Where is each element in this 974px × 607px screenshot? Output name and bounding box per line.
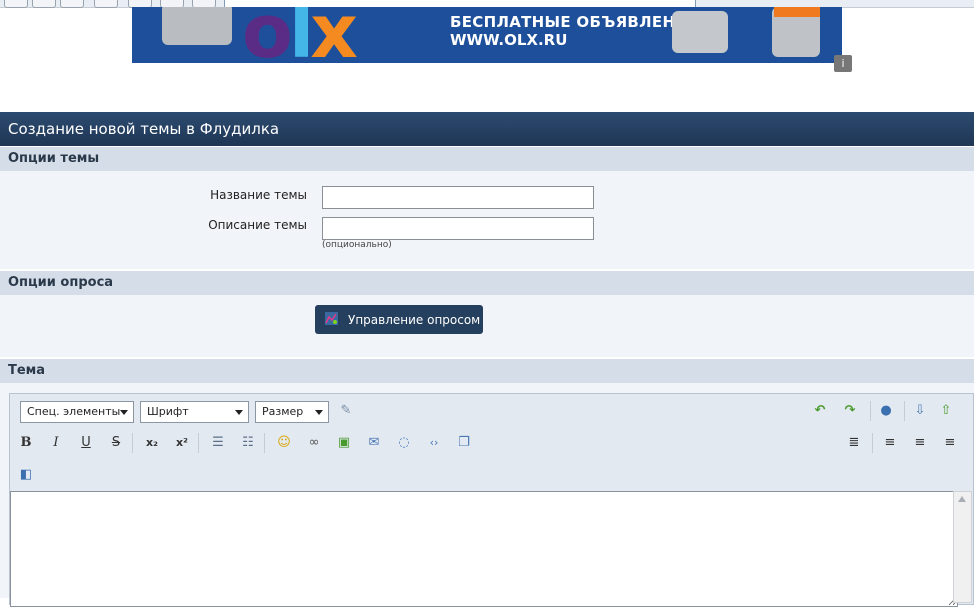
help-icon[interactable]: ●	[876, 401, 896, 421]
house-roof-icon	[774, 7, 820, 17]
ad-info-icon[interactable]: i	[834, 55, 852, 72]
olx-ad-banner[interactable]: olx БЕСПЛАТНЫЕ ОБЪЯВЛЕНИЯ WWW.OLX.RU	[132, 7, 842, 63]
banner-text-line1: БЕСПЛАТНЫЕ ОБЪЯВЛЕНИЯ	[450, 13, 701, 31]
align-center-icon[interactable]: ≡	[910, 433, 930, 453]
spoiler-icon[interactable]: ❐	[454, 433, 474, 453]
underline-button[interactable]: U	[76, 433, 96, 453]
poll-options-header: Опции опроса	[0, 271, 974, 295]
superscript-button[interactable]: x²	[172, 433, 192, 453]
manage-poll-button[interactable]: Управление опросом	[315, 305, 483, 334]
image-icon[interactable]: ▣	[334, 433, 354, 453]
textarea-scrollbar[interactable]	[953, 491, 972, 603]
align-right-icon[interactable]: ≡	[940, 433, 960, 453]
numbered-list-icon[interactable]: ☷	[238, 433, 258, 453]
page-title: Создание новой темы в Флудилка	[8, 120, 280, 138]
robot-car-icon	[672, 11, 728, 53]
chevron-down-icon	[120, 410, 128, 415]
browser-button[interactable]	[4, 0, 28, 8]
olx-logo: olx	[242, 7, 358, 63]
topic-options-header: Опции темы	[0, 147, 974, 171]
twitter-icon[interactable]: ◧	[16, 465, 36, 485]
strikethrough-button[interactable]: S	[106, 433, 126, 453]
poll-options-body	[0, 295, 974, 357]
chevron-down-icon	[315, 410, 323, 415]
restore-draft-icon[interactable]: ⇧	[936, 401, 956, 421]
page-title-bar: Создание новой темы в Флудилка	[0, 112, 974, 146]
topic-name-label: Название темы	[210, 188, 307, 202]
italic-button[interactable]: I	[46, 433, 66, 453]
align-left-icon[interactable]: ≡	[880, 433, 900, 453]
toolbar-separator	[198, 433, 199, 453]
remove-format-icon[interactable]: ✎	[336, 401, 356, 421]
post-header: Тема	[0, 359, 974, 383]
optional-hint: (опционально)	[322, 240, 392, 250]
toolbar-separator	[904, 401, 905, 421]
robot-laptop-icon	[162, 7, 232, 45]
redo-icon[interactable]: ↷	[840, 401, 860, 421]
post-textarea[interactable]	[10, 491, 958, 607]
topic-description-input[interactable]	[322, 217, 594, 240]
code-icon[interactable]: ‹›	[424, 433, 444, 453]
topic-name-input[interactable]	[322, 186, 594, 209]
banner-text-line2: WWW.OLX.RU	[450, 31, 568, 49]
undo-icon[interactable]: ↶	[810, 401, 830, 421]
toolbar-separator	[264, 433, 265, 453]
manage-poll-label: Управление опросом	[348, 313, 481, 327]
special-elements-select[interactable]: Спец. элементы	[20, 401, 134, 423]
toolbar-separator	[870, 401, 871, 421]
poll-chart-icon	[325, 312, 338, 325]
email-icon[interactable]: ✉	[364, 433, 384, 453]
browser-button[interactable]	[60, 0, 84, 8]
size-select[interactable]: Размер	[255, 401, 329, 423]
bullet-list-icon[interactable]: ☰	[208, 433, 228, 453]
quote-icon[interactable]: ◌	[394, 433, 414, 453]
topic-description-label: Описание темы	[208, 218, 307, 232]
subscript-button[interactable]: x₂	[142, 433, 162, 453]
save-draft-icon[interactable]: ⇩	[910, 401, 930, 421]
browser-button[interactable]	[94, 0, 118, 8]
chevron-down-icon	[235, 410, 243, 415]
font-select[interactable]: Шрифт	[140, 401, 249, 423]
toolbar-separator	[872, 433, 873, 453]
toolbar-separator	[132, 433, 133, 453]
link-icon[interactable]: ∞	[304, 433, 324, 453]
browser-button[interactable]	[32, 0, 56, 8]
bold-button[interactable]: B	[16, 433, 36, 453]
scroll-up-icon[interactable]	[958, 496, 966, 502]
indent-icon[interactable]: ≣	[844, 433, 864, 453]
smiley-icon[interactable]: ☺	[274, 433, 294, 453]
